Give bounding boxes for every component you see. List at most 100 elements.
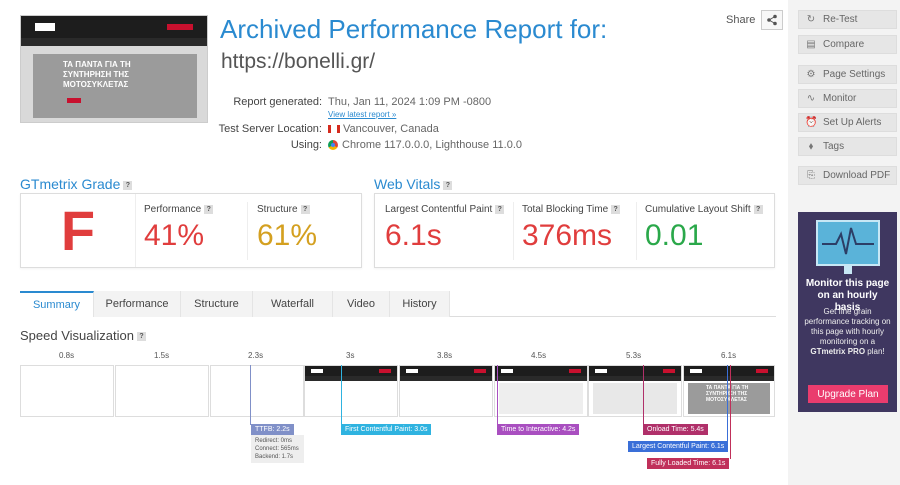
filmstrip-frame[interactable] [494, 365, 588, 417]
connect-time: Connect: 565ms [255, 446, 299, 452]
time-tick: 5.3s [626, 351, 642, 360]
pulse-icon: ∿ [806, 93, 816, 104]
promo-text-end: plan! [867, 347, 885, 356]
location-text: Vancouver, Canada [343, 123, 439, 135]
monitor-label: Monitor [823, 93, 857, 104]
structure-metric: Structure? 61% [257, 204, 317, 253]
help-icon[interactable]: ? [204, 204, 214, 214]
report-url: https://bonelli.gr/ [221, 50, 376, 73]
web-vitals-heading: Web Vitals? [374, 176, 453, 192]
lcp-value: 6.1s [385, 219, 442, 252]
filmstrip-frame[interactable] [304, 365, 398, 417]
promo-text-body: Get fine grain performance tracking on t… [804, 307, 891, 346]
cls-metric: Cumulative Layout Shift? 0.01 [645, 204, 763, 253]
time-tick: 2.3s [248, 351, 264, 360]
monitor-button[interactable]: ∿ Monitor [798, 89, 897, 108]
share-label: Share [726, 14, 756, 26]
gtmetrix-grade-heading: GTmetrix Grade? [20, 176, 133, 192]
help-icon[interactable]: ? [611, 204, 621, 214]
compare-label: Compare [823, 39, 865, 50]
view-latest-report-link[interactable]: View latest report » [328, 110, 396, 119]
promo-text: Get fine grain performance tracking on t… [804, 307, 891, 357]
heartbeat-icon [822, 227, 874, 255]
alarm-icon: ⏰ [805, 117, 818, 128]
filmstrip-frame[interactable] [210, 365, 304, 417]
filmstrip-frame[interactable] [399, 365, 493, 417]
tab-waterfall[interactable]: Waterfall [253, 291, 333, 317]
tbt-metric: Total Blocking Time? 376ms [522, 204, 621, 253]
cls-value: 0.01 [645, 219, 704, 252]
gear-icon: ⚙ [806, 69, 816, 80]
share-button[interactable] [761, 10, 784, 30]
cls-label: Cumulative Layout Shift [645, 204, 751, 215]
grade-panel: F Performance? 41% Structure? 61% [20, 193, 362, 268]
onload-marker-line [643, 365, 644, 425]
ttfb-label: TTFB: 2.2s [251, 424, 294, 435]
report-main: ΤΑ ΠΑΝΤΑ ΓΙΑ ΤΗ ΣΥΝΤΗΡΗΣΗ ΤΗΣ ΜΟΤΟΣΥΚΛΕΤ… [0, 0, 788, 485]
download-pdf-button[interactable]: ⎘ Download PDF [798, 166, 897, 185]
page-screenshot-thumbnail: ΤΑ ΠΑΝΤΑ ΓΙΑ ΤΗ ΣΥΝΤΗΡΗΣΗ ΤΗΣ ΜΟΤΟΣΥΚΛΕΤ… [20, 15, 208, 123]
tti-label: Time to Interactive: 4.2s [497, 424, 580, 435]
report-tabs: Summary Performance Structure Waterfall … [20, 291, 776, 317]
tbt-value: 376ms [522, 219, 613, 252]
speed-visualization-heading: Speed Visualization? [20, 328, 146, 343]
lcp-speed-label: Largest Contentful Paint: 6.1s [628, 441, 729, 452]
filmstrip-frame[interactable] [20, 365, 114, 417]
help-icon[interactable]: ? [123, 180, 133, 190]
help-icon[interactable]: ? [753, 204, 763, 214]
pdf-icon: ⎘ [807, 170, 815, 181]
grade-heading-text: GTmetrix Grade [20, 176, 121, 192]
using-value: Chrome 117.0.0.0, Lighthouse 11.0.0 [328, 139, 522, 151]
upgrade-plan-button[interactable]: Upgrade Plan [808, 385, 888, 403]
refresh-icon: ↻ [806, 14, 816, 25]
filmstrip-frame[interactable] [115, 365, 209, 417]
using-text: Chrome 117.0.0.0, Lighthouse 11.0.0 [342, 139, 522, 151]
set-up-alerts-button[interactable]: ⏰ Set Up Alerts [798, 113, 897, 132]
tab-performance[interactable]: Performance [94, 291, 181, 317]
help-icon[interactable]: ? [136, 332, 146, 342]
ttfb-marker-line [250, 365, 251, 425]
fully-loaded-marker-line [730, 365, 731, 459]
grade-letter: F [21, 194, 136, 267]
web-vitals-panel: Largest Contentful Paint? 6.1s Total Blo… [374, 193, 775, 268]
tbt-label: Total Blocking Time [522, 204, 609, 215]
compare-button[interactable]: ▤ Compare [798, 35, 897, 54]
fcp-marker-line [341, 365, 342, 425]
download-pdf-label: Download PDF [823, 170, 891, 181]
canada-flag-icon [328, 125, 340, 134]
tags-label: Tags [823, 141, 845, 152]
share-control[interactable]: Share [726, 10, 784, 30]
frame-hero-text: ΤΑ ΠΑΝΤΑ ΓΙΑ ΤΗ ΣΥΝΤΗΡΗΣΗ ΤΗΣ ΜΟΤΟΣΥΚΛΕΤ… [706, 385, 749, 403]
lcp-metric: Largest Contentful Paint? 6.1s [385, 204, 505, 253]
filmstrip-frame[interactable] [588, 365, 682, 417]
filmstrip-frame[interactable]: ΤΑ ΠΑΝΤΑ ΓΙΑ ΤΗ ΣΥΝΤΗΡΗΣΗ ΤΗΣ ΜΟΤΟΣΥΚΛΕΤ… [683, 365, 775, 417]
help-icon[interactable]: ? [495, 204, 505, 214]
share-icon [767, 14, 778, 26]
tab-video[interactable]: Video [333, 291, 390, 317]
retest-button[interactable]: ↻ Re-Test [798, 10, 897, 29]
help-icon[interactable]: ? [300, 204, 310, 214]
promo-brand: GTmetrix PRO [810, 347, 866, 356]
lcp-marker-line [727, 365, 728, 442]
tab-history[interactable]: History [390, 291, 450, 317]
tab-structure[interactable]: Structure [181, 291, 253, 317]
compare-icon: ▤ [806, 39, 816, 50]
fcp-label: First Contentful Paint: 3.0s [341, 424, 432, 435]
speed-title-text: Speed Visualization [20, 328, 134, 343]
tag-icon: ⬧ [808, 141, 814, 152]
lcp-label: Largest Contentful Paint [385, 204, 493, 215]
site-logo [35, 23, 55, 31]
tags-button[interactable]: ⬧ Tags [798, 137, 897, 156]
gtmetrix-pro-promo: Monitor this page on an hourly basis Get… [798, 212, 897, 412]
report-generated-label: Report generated: [233, 96, 322, 108]
page-settings-button[interactable]: ⚙ Page Settings [798, 65, 897, 84]
retest-label: Re-Test [823, 14, 858, 25]
help-icon[interactable]: ? [443, 180, 453, 190]
tti-marker-line [497, 365, 498, 425]
time-tick: 6.1s [721, 351, 737, 360]
structure-value: 61% [257, 219, 318, 252]
tab-summary[interactable]: Summary [20, 291, 94, 317]
redirect-time: Redirect: 0ms [255, 438, 293, 444]
structure-label: Structure [257, 204, 298, 215]
time-tick: 3.8s [437, 351, 453, 360]
